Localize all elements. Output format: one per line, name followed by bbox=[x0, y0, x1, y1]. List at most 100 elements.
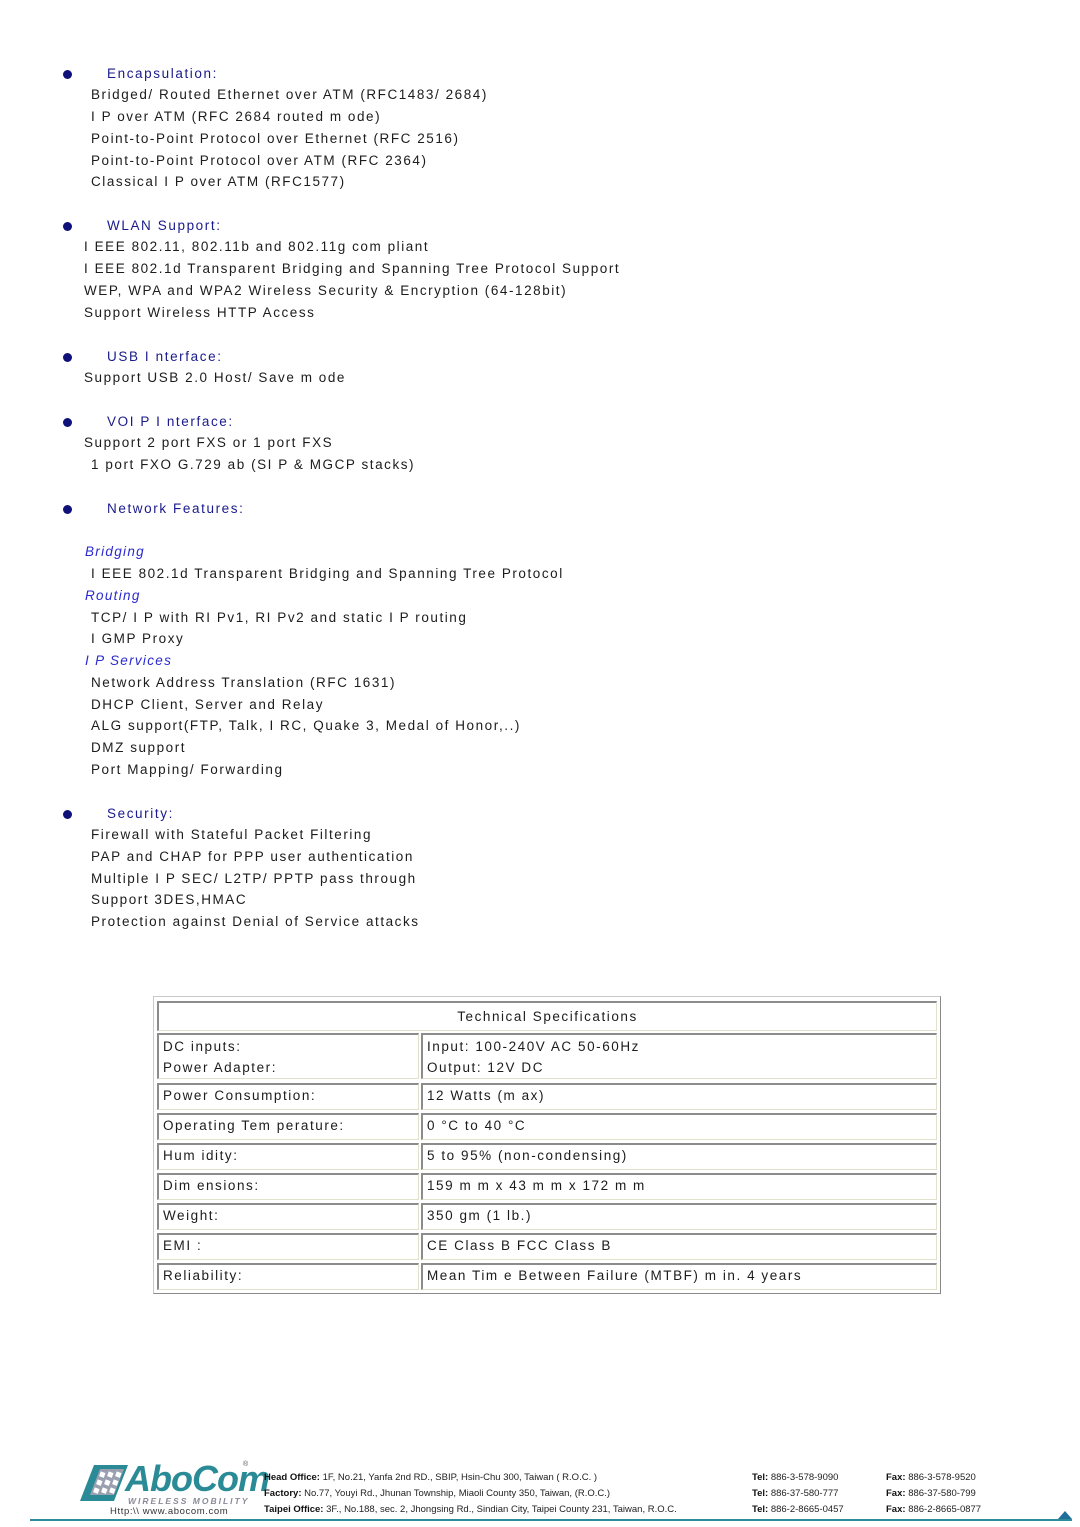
spec-value: 0 °C to 40 °C bbox=[427, 1118, 527, 1133]
page-footer: AboCom ® WIRELESS MOBILITY Http:\\ www.a… bbox=[0, 1455, 1080, 1527]
encapsulation-line: Classical I P over ATM (RFC1577) bbox=[91, 174, 346, 189]
spec-value-cell: CE Class B FCC Class B bbox=[421, 1233, 937, 1260]
office-address-head: Head Office: 1F, No.21, Yanfa 2nd RD., S… bbox=[264, 1472, 597, 1484]
spec-label: Power Consumption: bbox=[163, 1088, 317, 1103]
security-line: PAP and CHAP for PPP user authentication bbox=[91, 849, 414, 864]
office-address-factory: Factory: No.77, Youyi Rd., Jhunan Townsh… bbox=[264, 1488, 610, 1500]
bridging-line: I EEE 802.1d Transparent Bridging and Sp… bbox=[91, 566, 564, 581]
spec-label: EMI : bbox=[163, 1238, 203, 1253]
spec-value: CE Class B FCC Class B bbox=[427, 1238, 612, 1253]
security-line: Multiple I P SEC/ L2TP/ PPTP pass throug… bbox=[91, 871, 417, 886]
fax-number: 886-3-578-9520 bbox=[908, 1472, 976, 1483]
triangle-marker-icon bbox=[1058, 1511, 1072, 1519]
spec-value: Mean Tim e Between Failure (MTBF) m in. … bbox=[427, 1268, 803, 1283]
bullet-icon bbox=[63, 222, 72, 231]
spec-value: 350 gm (1 lb.) bbox=[427, 1208, 532, 1223]
spec-label: Operating Tem perature: bbox=[163, 1118, 345, 1133]
tel-label: Tel: bbox=[752, 1504, 769, 1515]
usb-line: Support USB 2.0 Host/ Save m ode bbox=[84, 370, 346, 385]
spec-value-cell: 0 °C to 40 °C bbox=[421, 1113, 937, 1140]
encapsulation-line: Bridged/ Routed Ethernet over ATM (RFC14… bbox=[91, 87, 488, 102]
spec-label-cell: Reliability: bbox=[157, 1263, 419, 1290]
security-line: Protection against Denial of Service att… bbox=[91, 914, 420, 929]
spec-label-cell: DC inputs: Power Adapter: bbox=[157, 1033, 419, 1079]
fax-factory: Fax: 886-37-580-799 bbox=[886, 1488, 976, 1500]
bullet-icon bbox=[63, 353, 72, 362]
spec-label: Reliability: bbox=[163, 1268, 244, 1283]
ip-services-line: DMZ support bbox=[91, 740, 187, 755]
spec-label: Hum idity: bbox=[163, 1148, 239, 1163]
bullet-icon bbox=[63, 70, 72, 79]
tel-factory: Tel: 886-37-580-777 bbox=[752, 1488, 838, 1500]
registered-mark: ® bbox=[243, 1461, 249, 1468]
abocom-logo-icon bbox=[80, 1465, 128, 1501]
security-line: Support 3DES,HMAC bbox=[91, 892, 248, 907]
subheading-routing: Routing bbox=[85, 588, 141, 603]
routing-line: I GMP Proxy bbox=[91, 631, 185, 646]
spec-value-cell: 5 to 95% (non-condensing) bbox=[421, 1143, 937, 1170]
office-address-taipei: Taipei Office: 3F., No.188, sec. 2, Jhon… bbox=[264, 1504, 677, 1516]
office-label: Factory: bbox=[264, 1488, 302, 1499]
office-address: No.77, Youyi Rd., Jhunan Township, Miaol… bbox=[304, 1488, 611, 1499]
routing-line: TCP/ I P with RI Pv1, RI Pv2 and static … bbox=[91, 610, 468, 625]
ip-services-line: Network Address Translation (RFC 1631) bbox=[91, 675, 396, 690]
office-address: 3F., No.188, sec. 2, Jhongsing Rd., Sind… bbox=[326, 1504, 677, 1515]
encapsulation-line: Point-to-Point Protocol over ATM (RFC 23… bbox=[91, 153, 428, 168]
spec-label-cell: Weight: bbox=[157, 1203, 419, 1230]
spec-value-cell: Input: 100-240V AC 50-60Hz Output: 12V D… bbox=[421, 1033, 937, 1079]
fax-label: Fax: bbox=[886, 1472, 906, 1483]
tel-label: Tel: bbox=[752, 1488, 769, 1499]
spec-value-cell: 12 Watts (m ax) bbox=[421, 1083, 937, 1110]
fax-head-office: Fax: 886-3-578-9520 bbox=[886, 1472, 976, 1484]
website-link[interactable]: Http:\\ www.abocom.com bbox=[110, 1506, 228, 1517]
wlan-line: I EEE 802.1d Transparent Bridging and Sp… bbox=[84, 261, 621, 276]
fax-number: 886-2-8665-0877 bbox=[908, 1504, 982, 1515]
fax-number: 886-37-580-799 bbox=[908, 1488, 976, 1499]
office-address: 1F, No.21, Yanfa 2nd RD., SBIP, Hsin-Chu… bbox=[322, 1472, 598, 1483]
spec-label: Dim ensions: bbox=[163, 1178, 260, 1193]
voip-line: 1 port FXO G.729 ab (SI P & MGCP stacks) bbox=[91, 457, 416, 472]
bullet-icon bbox=[63, 505, 72, 514]
ip-services-line: DHCP Client, Server and Relay bbox=[91, 697, 325, 712]
spec-value: 5 to 95% (non-condensing) bbox=[427, 1148, 628, 1163]
spec-label-cell: Dim ensions: bbox=[157, 1173, 419, 1200]
spec-value-cell: 159 m m x 43 m m x 172 m m bbox=[421, 1173, 937, 1200]
wlan-line: WEP, WPA and WPA2 Wireless Security & En… bbox=[84, 283, 568, 298]
spec-label: DC inputs: bbox=[163, 1039, 242, 1054]
voip-line: Support 2 port FXS or 1 port FXS bbox=[84, 435, 334, 450]
encapsulation-line: Point-to-Point Protocol over Ethernet (R… bbox=[91, 131, 460, 146]
wlan-line: Support Wireless HTTP Access bbox=[84, 305, 316, 320]
tel-label: Tel: bbox=[752, 1472, 769, 1483]
fax-taipei: Fax: 886-2-8665-0877 bbox=[886, 1504, 981, 1516]
spec-label-cell: EMI : bbox=[157, 1233, 419, 1260]
ip-services-line: Port Mapping/ Forwarding bbox=[91, 762, 284, 777]
tel-number: 886-2-8665-0457 bbox=[770, 1504, 844, 1515]
tel-number: 886-3-578-9090 bbox=[770, 1472, 839, 1483]
spec-label-cell: Power Consumption: bbox=[157, 1083, 419, 1110]
brand-tagline: WIRELESS MOBILITY bbox=[128, 1496, 250, 1506]
spec-value: 159 m m x 43 m m x 172 m m bbox=[427, 1178, 646, 1193]
spec-label-cell: Operating Tem perature: bbox=[157, 1113, 419, 1140]
spec-value: Input: 100-240V AC 50-60Hz bbox=[427, 1039, 640, 1054]
office-label: Head Office: bbox=[264, 1472, 320, 1483]
fax-label: Fax: bbox=[886, 1488, 906, 1499]
tel-taipei: Tel: 886-2-8665-0457 bbox=[752, 1504, 844, 1516]
office-label: Taipei Office: bbox=[264, 1504, 324, 1515]
tech-spec-table: Technical Specifications DC inputs: Powe… bbox=[153, 996, 941, 1294]
encapsulation-line: I P over ATM (RFC 2684 routed m ode) bbox=[91, 109, 382, 124]
spec-label: Power Adapter: bbox=[163, 1060, 278, 1075]
spec-value-cell: 350 gm (1 lb.) bbox=[421, 1203, 937, 1230]
tel-head-office: Tel: 886-3-578-9090 bbox=[752, 1472, 838, 1484]
subheading-ip-services: I P Services bbox=[85, 653, 173, 668]
footer-divider bbox=[30, 1519, 1072, 1521]
bullet-icon bbox=[63, 418, 72, 427]
tech-spec-title: Technical Specifications bbox=[157, 1001, 937, 1031]
spec-label: Weight: bbox=[163, 1208, 220, 1223]
security-line: Firewall with Stateful Packet Filtering bbox=[91, 827, 373, 842]
fax-label: Fax: bbox=[886, 1504, 906, 1515]
ip-services-line: ALG support(FTP, Talk, I RC, Quake 3, Me… bbox=[91, 718, 521, 733]
spec-label-cell: Hum idity: bbox=[157, 1143, 419, 1170]
spec-value: Output: 12V DC bbox=[427, 1060, 544, 1075]
subheading-bridging: Bridging bbox=[85, 544, 145, 559]
tel-number: 886-37-580-777 bbox=[770, 1488, 839, 1499]
